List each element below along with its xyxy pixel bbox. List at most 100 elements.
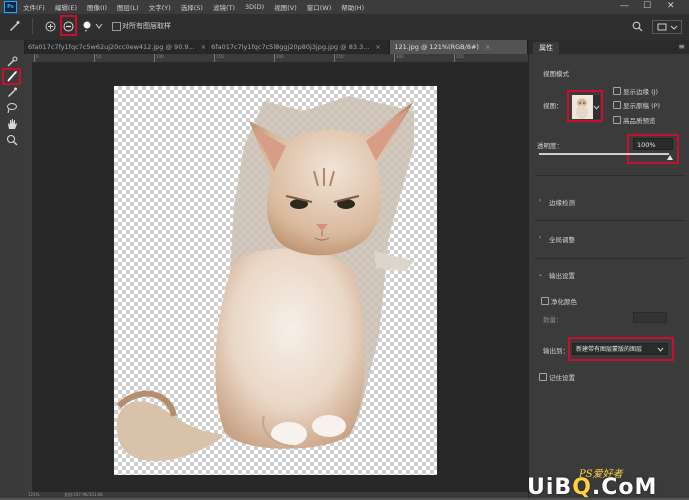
ruler-label: 100 [156,54,164,59]
menu-filter[interactable]: 滤镜(T) [213,2,235,12]
panel-divider [535,220,685,221]
show-original-checkbox[interactable] [613,101,621,109]
top-ruler: 0 50 100 150 200 250 300 350 [24,54,528,63]
watermark-text-b: Q [572,475,592,500]
remember-settings-checkbox[interactable] [539,373,547,381]
subtract-from-selection-icon[interactable] [62,20,74,32]
search-icon[interactable] [631,20,643,32]
chevron-down-icon[interactable]: ⌄ [538,271,543,278]
tab-close-icon[interactable]: × [485,43,490,51]
menu-type[interactable]: 文字(Y) [149,2,171,12]
panel-divider [535,175,685,176]
tools-panel [0,40,25,498]
ruler-label: 250 [336,54,344,59]
tab-close-icon[interactable]: × [201,43,206,51]
tab-document-3[interactable]: 121.jpg @ 121%(RGB/8#) × [390,40,528,54]
show-edge-label: 显示边缘 (J) [623,88,659,96]
hand-tool-icon[interactable] [5,118,19,130]
menu-window[interactable]: 窗口(W) [307,2,332,12]
amount-input[interactable] [633,312,667,323]
output-to-label: 输出到： [543,347,569,355]
properties-panel: 属性 ≡ 视图模式 视图： 显示边缘 (J) 显示原稿 (P) 高品质预览 透明… [528,40,689,498]
panel-menu-icon[interactable]: ≡ [678,42,685,51]
panel-header: 属性 ≡ [529,40,689,54]
high-quality-preview-label: 高品质预览 [623,117,656,125]
tab-document-2-label: 6fa017c7ly1fqc7c5l8ggj20p80j3jpg.jpg @ 8… [211,43,370,51]
view-mode-heading: 视图模式 [543,70,569,78]
brush-tool-preset-icon[interactable] [8,20,20,32]
ruler-label: 300 [396,54,404,59]
tab-properties[interactable]: 属性 [533,42,559,54]
menu-view[interactable]: 视图(V) [274,2,297,12]
menu-3d[interactable]: 3D(D) [245,3,264,11]
ruler-label: 350 [456,54,464,59]
menu-file[interactable]: 文件(F) [23,2,45,12]
options-divider [32,18,33,34]
section-global-refinements[interactable]: 全局调整 [549,234,575,244]
add-to-selection-icon[interactable] [44,20,56,32]
output-to-value: 新建带有图层蒙版的图层 [576,346,643,353]
brush-tool-icon[interactable] [5,86,19,98]
left-ruler [24,62,33,498]
view-label: 视图： [543,102,563,110]
ruler-label: 50 [96,54,102,59]
document-canvas[interactable] [114,86,437,475]
sample-all-layers-label: 对所有图层取样 [122,22,171,30]
workspace-switcher-button[interactable] [652,20,682,34]
chevron-right-icon[interactable]: › [539,234,541,241]
opacity-label: 透明度： [537,142,563,150]
ruler-label: 0 [36,54,39,59]
document-size: 文档:197.9K/351.6K [64,492,103,497]
watermark-line2: UiBQ.CoM [527,475,657,500]
chevron-down-icon [657,347,664,352]
close-button[interactable]: ✕ [667,1,675,11]
tab-document-1-label: 6fa017c7fy1fqc7c5w62uj20cc0ew412.jpg @ 9… [28,43,195,51]
panel-divider [535,258,685,259]
chevron-right-icon[interactable]: › [539,197,541,204]
cat-image [116,96,414,462]
brush-size-dropdown-icon[interactable] [93,20,105,32]
tab-document-3-label: 121.jpg @ 121%(RGB/8#) [394,43,479,51]
photoshop-logo-icon: Ps [4,1,17,13]
opacity-slider-fill [539,153,669,155]
ruler-label: 200 [276,54,284,59]
decontaminate-colors-checkbox[interactable] [541,297,549,305]
tab-document-2[interactable]: 6fa017c7ly1fqc7c5l8ggj20p80j3jpg.jpg @ 8… [207,40,391,54]
tab-close-icon[interactable]: × [375,43,380,51]
tab-document-1[interactable]: 6fa017c7fy1fqc7c5w62uj20cc0ew412.jpg @ 9… [24,40,208,54]
opacity-input[interactable]: 100% [633,138,673,150]
menu-bar: Ps 文件(F) 编辑(E) 图像(I) 图层(L) 文字(Y) 选择(S) 滤… [0,0,689,14]
status-bar: 121% 文档:197.9K/351.6K [24,492,528,498]
watermark-text-c: .CoM [591,475,658,500]
menu-help[interactable]: 帮助(H) [341,2,364,12]
refine-edge-brush-tool-icon[interactable] [5,70,19,82]
show-original-label: 显示原稿 (P) [623,102,661,110]
section-edge-detection[interactable]: 边缘检测 [549,197,575,207]
options-bar: ▾ 对所有图层取样 [0,14,689,41]
menu-edit[interactable]: 编辑(E) [55,2,77,12]
ruler-label: 150 [216,54,224,59]
view-mode-dropdown[interactable] [593,95,600,119]
output-to-select[interactable]: 新建带有图层蒙版的图层 [572,343,668,355]
site-watermark: PS爱好者 UiBQ.CoM [527,465,689,500]
zoom-readout: 121% [28,492,40,497]
minimize-button[interactable]: — [620,1,629,11]
menu-layer[interactable]: 图层(L) [117,2,139,12]
menu-select[interactable]: 选择(S) [181,2,203,12]
watermark-text-a: UiB [527,475,573,500]
section-output-settings[interactable]: 输出设置 [549,270,575,280]
maximize-button[interactable]: ☐ [643,1,651,11]
high-quality-preview-checkbox[interactable] [613,116,621,124]
show-edge-checkbox[interactable] [613,87,621,95]
lasso-tool-icon[interactable] [5,102,19,114]
quick-selection-tool-icon[interactable] [5,56,19,68]
zoom-tool-icon[interactable] [5,134,19,146]
opacity-slider-handle[interactable] [667,155,673,160]
brush-size-icon[interactable]: ▾ [81,20,93,32]
decontaminate-colors-label: 净化颜色 [551,298,577,306]
remember-settings-label: 记住设置 [549,374,575,382]
amount-label: 数量： [543,316,563,324]
svg-text:▾: ▾ [85,28,87,32]
menu-image[interactable]: 图像(I) [87,2,107,12]
sample-all-layers-checkbox[interactable] [112,22,121,31]
